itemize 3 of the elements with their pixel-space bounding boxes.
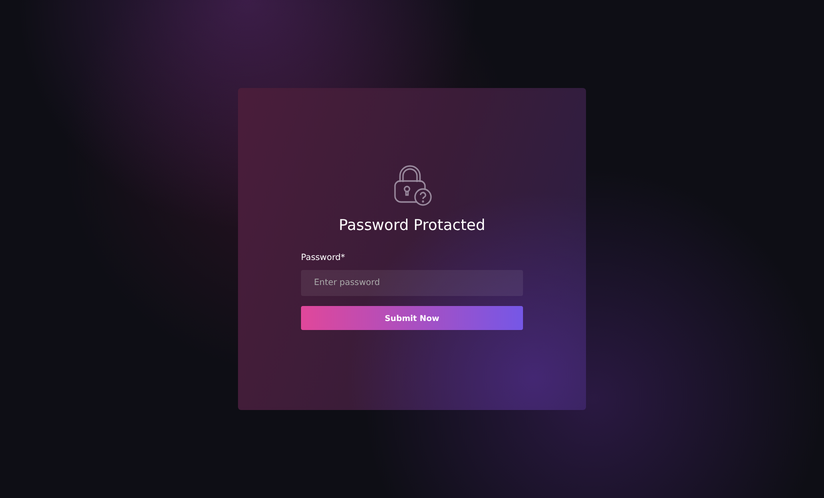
- page-title: Password Protacted: [338, 216, 486, 234]
- submit-button[interactable]: Submit Now: [301, 306, 523, 330]
- password-label: Password*: [301, 253, 346, 263]
